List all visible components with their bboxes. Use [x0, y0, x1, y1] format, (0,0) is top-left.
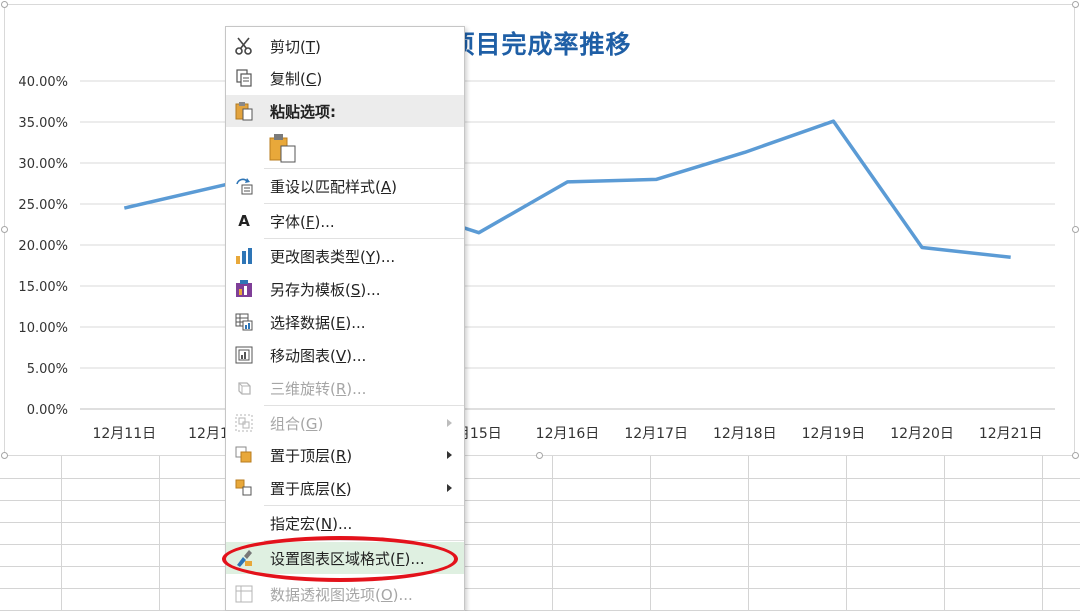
- menu-item-send-to-back[interactable]: 置于底层(K): [226, 472, 464, 504]
- menu-label: 剪切(T): [270, 37, 321, 56]
- submenu-arrow-icon: [447, 484, 452, 492]
- menu-label: 更改图表类型(Y)...: [270, 247, 396, 266]
- select-data-icon: [232, 310, 256, 334]
- submenu-arrow-icon: [447, 451, 452, 459]
- menu-item-bring-to-front[interactable]: 置于顶层(R): [226, 439, 464, 471]
- chart-resize-handle-bottom[interactable]: [536, 452, 543, 459]
- format-chart-area-icon: [232, 546, 256, 570]
- group-icon: [232, 411, 256, 435]
- menu-item-group: 组合(G): [226, 407, 464, 439]
- y-tick-label: 25.00%: [18, 198, 68, 213]
- menu-item-3d-rotation: 三维旋转(R)...: [226, 372, 464, 404]
- menu-label: 设置图表区域格式(F)...: [270, 549, 425, 568]
- menu-item-change-chart-type[interactable]: 更改图表类型(Y)...: [226, 240, 464, 272]
- menu-label: 粘贴选项:: [270, 102, 336, 121]
- y-tick-label: 30.00%: [18, 157, 68, 172]
- menu-separator: [264, 238, 464, 239]
- x-tick-label: 12月11日: [92, 426, 156, 442]
- menu-label: 选择数据(E)...: [270, 313, 366, 332]
- menu-item-reset-to-match-style[interactable]: 重设以匹配样式(A): [226, 170, 464, 202]
- menu-item-move-chart[interactable]: 移动图表(V)...: [226, 339, 464, 371]
- send-back-icon: [232, 476, 256, 500]
- chart-area[interactable]: 项目完成率推移 0.00% 5.00% 10.00% 15.00% 20.00% 25.0…: [4, 4, 1075, 456]
- y-tick-label: 35.00%: [18, 116, 68, 131]
- menu-label: 重设以匹配样式(A): [270, 177, 397, 196]
- context-menu: 剪切(T) 复制(C) 粘贴选项: 重设以匹配样式(A) A 字体(F)...: [225, 26, 465, 611]
- menu-item-paste-option-keep-formatting[interactable]: [226, 129, 464, 167]
- font-icon: A: [238, 212, 250, 230]
- menu-label: 复制(C): [270, 69, 323, 88]
- chart-resize-handle-left[interactable]: [1, 226, 8, 233]
- pivot-options-icon: [232, 582, 256, 606]
- menu-label: 组合(G): [270, 414, 324, 433]
- menu-item-cut[interactable]: 剪切(T): [226, 30, 464, 62]
- y-tick-label: 15.00%: [18, 280, 68, 295]
- scissors-icon: [232, 34, 256, 58]
- menu-separator: [264, 203, 464, 204]
- menu-item-assign-macro[interactable]: 指定宏(N)...: [226, 507, 464, 539]
- bring-front-icon: [232, 443, 256, 467]
- menu-item-select-data[interactable]: 选择数据(E)...: [226, 306, 464, 338]
- move-chart-icon: [232, 343, 256, 367]
- copy-icon: [232, 66, 256, 90]
- x-tick-label: 12月20日: [890, 426, 954, 442]
- menu-label: 另存为模板(S)...: [270, 280, 381, 299]
- y-tick-label: 10.00%: [18, 321, 68, 336]
- line-chart[interactable]: 0.00% 5.00% 10.00% 15.00% 20.00% 25.00% 30.00%…: [5, 5, 1076, 457]
- y-tick-label: 0.00%: [27, 403, 68, 418]
- paste-option-icon: [266, 131, 300, 165]
- menu-item-copy[interactable]: 复制(C): [226, 62, 464, 94]
- x-tick-label: 12月16日: [536, 426, 600, 442]
- x-tick-label: 12月21日: [979, 426, 1043, 442]
- chart-resize-handle-right[interactable]: [1072, 226, 1079, 233]
- chart-resize-handle-top-right[interactable]: [1072, 1, 1079, 8]
- menu-item-pivot-chart-options: 数据透视图选项(O)...: [226, 578, 464, 610]
- chart-resize-handle-bottom-right[interactable]: [1072, 452, 1079, 459]
- menu-label: 三维旋转(R)...: [270, 379, 367, 398]
- 3d-rotation-icon: [232, 376, 256, 400]
- menu-label: 指定宏(N)...: [270, 514, 353, 533]
- submenu-arrow-icon: [447, 419, 452, 427]
- x-tick-label: 12月19日: [802, 426, 866, 442]
- menu-separator: [264, 505, 464, 506]
- menu-label: 字体(F)...: [270, 212, 335, 231]
- menu-separator: [264, 168, 464, 169]
- menu-separator: [264, 405, 464, 406]
- menu-item-save-as-template[interactable]: 另存为模板(S)...: [226, 273, 464, 305]
- y-tick-label: 40.00%: [18, 75, 68, 90]
- menu-label: 置于底层(K): [270, 479, 352, 498]
- menu-header-paste-options: 粘贴选项:: [226, 95, 464, 127]
- x-tick-label: 12月18日: [713, 426, 777, 442]
- menu-separator: [264, 540, 464, 541]
- menu-item-font[interactable]: A 字体(F)...: [226, 205, 464, 237]
- y-tick-label: 5.00%: [27, 362, 68, 377]
- reset-style-icon: [232, 174, 256, 198]
- chart-resize-handle-bottom-left[interactable]: [1, 452, 8, 459]
- save-template-icon: [232, 277, 256, 301]
- chart-type-icon: [232, 244, 256, 268]
- menu-label: 移动图表(V)...: [270, 346, 367, 365]
- y-tick-label: 20.00%: [18, 239, 68, 254]
- chart-resize-handle-top-left[interactable]: [1, 1, 8, 8]
- menu-label: 置于顶层(R): [270, 446, 353, 465]
- x-tick-label: 12月17日: [624, 426, 688, 442]
- paste-icon: [232, 99, 256, 123]
- menu-item-format-chart-area[interactable]: 设置图表区域格式(F)...: [226, 542, 464, 574]
- menu-label: 数据透视图选项(O)...: [270, 585, 413, 604]
